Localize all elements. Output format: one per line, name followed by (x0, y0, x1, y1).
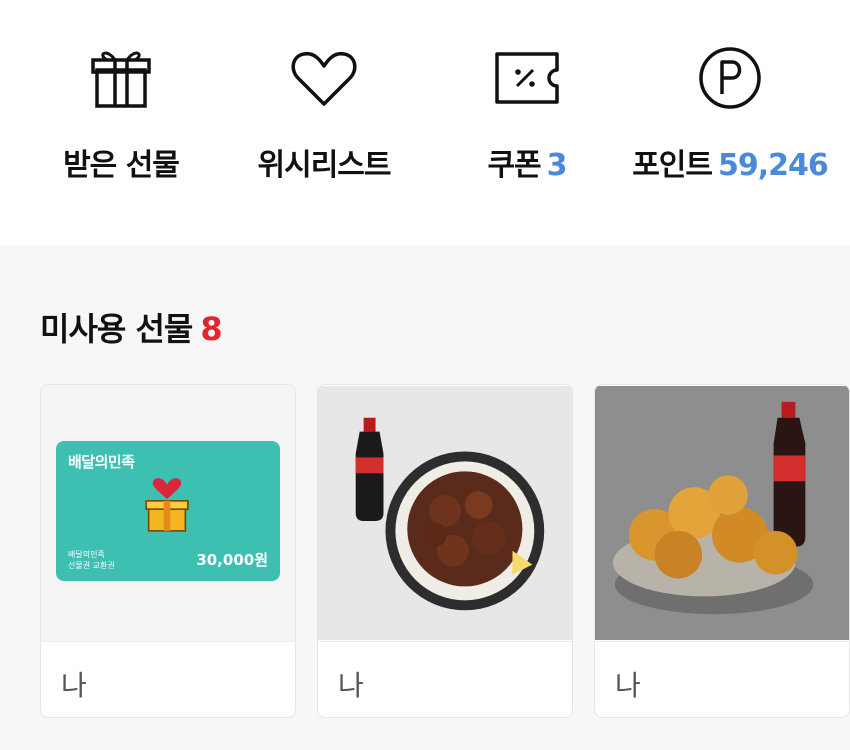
gift-card-thumbnail: 배달의민족 배달의민족 선물권 교환권 30,000원 (41, 385, 295, 641)
wishlist-label: 위시리스트 (257, 148, 392, 183)
unused-gifts-title: 미사용 선물 8 (40, 310, 223, 348)
gift-card-item[interactable]: 배달의민족 배달의민족 선물권 교환권 30,000원 나 (40, 384, 296, 718)
card-footer: 나 (595, 641, 849, 717)
card-footer: 나 (318, 641, 572, 717)
baemin-gift-card: 배달의민족 배달의민족 선물권 교환권 30,000원 (56, 441, 280, 581)
heart-icon (291, 51, 357, 106)
gift-card-amount: 30,000원 (196, 551, 268, 569)
gift-card-caption-1: 배달의민족 (68, 550, 105, 559)
gift-card-caption-2: 선물권 교환권 (68, 561, 115, 570)
received-gifts-label: 받은 선물 (63, 148, 180, 183)
quick-actions-bar: 받은 선물 위시리스트 쿠폰 3 포인트 59,246 (0, 0, 850, 245)
received-gifts-button[interactable]: 받은 선물 (15, 0, 227, 245)
sender-label: 나 (338, 669, 364, 702)
sender-label: 나 (615, 669, 641, 702)
gift-card-item[interactable]: 나 (317, 384, 573, 718)
point-balance: 59,246 (718, 148, 829, 183)
point-icon (699, 47, 761, 109)
cola-bottle-icon (355, 417, 384, 521)
card-footer: 나 (41, 641, 295, 717)
coupon-count: 3 (546, 148, 568, 183)
point-label: 포인트 59,246 (632, 148, 829, 183)
coupon-label: 쿠폰 3 (487, 148, 568, 183)
gift-card-brand: 배달의민족 (68, 453, 135, 471)
soy-chicken-image (318, 386, 572, 640)
gift-card-item[interactable]: 나 (594, 384, 850, 718)
unused-gifts-count: 8 (200, 310, 222, 348)
heart-gift-box-icon (145, 478, 189, 532)
coupon-icon (495, 52, 559, 104)
wishlist-button[interactable]: 위시리스트 (218, 0, 430, 245)
point-button[interactable]: 포인트 59,246 (624, 0, 836, 245)
fried-chicken-image (595, 386, 849, 640)
sender-label: 나 (61, 669, 87, 702)
cola-bottle-icon (773, 401, 806, 547)
gift-icon (91, 51, 151, 108)
coupon-button[interactable]: 쿠폰 3 (421, 0, 633, 245)
